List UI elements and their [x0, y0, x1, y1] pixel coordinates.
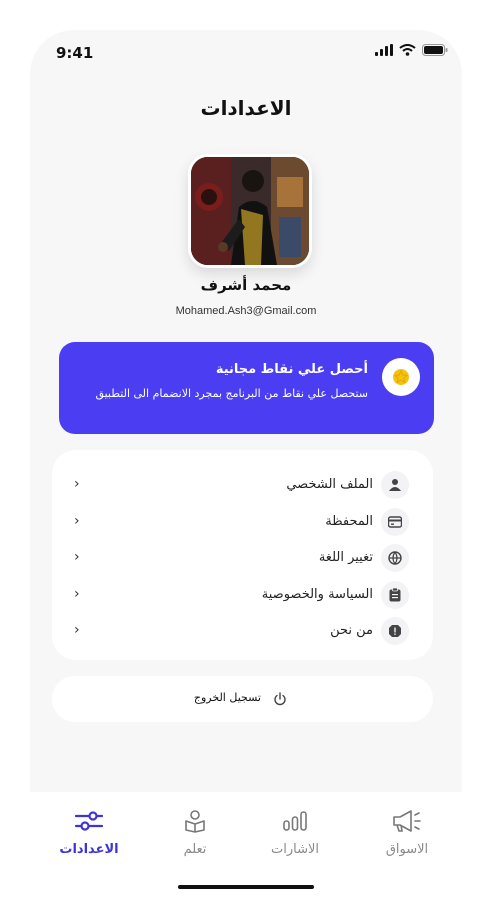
- info-shield-icon: [381, 617, 409, 645]
- avatar[interactable]: [188, 154, 312, 268]
- tab-learn[interactable]: تعلم: [150, 806, 240, 857]
- promo-title: أحصل علي نقاط مجانية: [215, 362, 368, 377]
- menu-item-label: المحفظة: [325, 514, 373, 529]
- menu-item-label: السياسة والخصوصية: [261, 587, 373, 602]
- chevron-left-icon: ‹: [74, 476, 80, 492]
- tab-markets[interactable]: الاسواق: [362, 806, 452, 857]
- menu-item-label: من نحن: [330, 623, 373, 638]
- tab-label: الاعدادات: [59, 842, 119, 857]
- status-time: 9:41: [56, 44, 94, 62]
- tab-label: تعلم: [183, 842, 207, 857]
- profile-email: Mohamed.Ash3@Gmail.com: [175, 305, 317, 317]
- clipboard-icon: [381, 581, 409, 609]
- learn-reader-icon: [150, 806, 240, 836]
- menu-item-label: تغيير اللغة: [318, 550, 373, 565]
- globe-icon: [381, 544, 409, 572]
- promo-text: ستحصل علي نقاط من البرنامج بمجرد الانضما…: [95, 387, 368, 400]
- bottom-tab-bar: الاعدادات تعلم الاشارات الاسواق: [30, 792, 462, 892]
- battery-icon: [422, 44, 448, 56]
- chevron-left-icon: ‹: [74, 549, 80, 565]
- phone-screen: 9:41 الاعدادات محمد أشرف Mohamed.Ash3@Gm…: [30, 30, 462, 892]
- signals-bars-icon: [250, 806, 340, 836]
- menu-item-language[interactable]: تغيير اللغة ‹: [52, 541, 433, 577]
- tab-label: الاسواق: [385, 842, 429, 857]
- page-title: الاعدادات: [200, 96, 292, 120]
- sliders-icon: [44, 806, 134, 836]
- home-indicator: [178, 885, 314, 889]
- menu-item-about[interactable]: من نحن ‹: [52, 614, 433, 650]
- menu-item-label: الملف الشخصي: [286, 477, 373, 492]
- tab-signals[interactable]: الاشارات: [250, 806, 340, 857]
- avatar-photo: [191, 157, 309, 265]
- logout-button[interactable]: تسجيل الخروج: [52, 676, 433, 722]
- chevron-left-icon: ‹: [74, 513, 80, 529]
- chevron-left-icon: ‹: [74, 586, 80, 602]
- menu-item-profile[interactable]: الملف الشخصي ‹: [52, 468, 433, 504]
- star-badge-icon: [382, 358, 420, 396]
- user-icon: [381, 471, 409, 499]
- chevron-left-icon: ‹: [74, 622, 80, 638]
- wifi-icon: [399, 44, 416, 56]
- status-bar: 9:41: [30, 30, 462, 76]
- megaphone-icon: [362, 806, 452, 836]
- tab-label: الاشارات: [270, 842, 319, 857]
- profile-name: محمد أشرف: [200, 276, 292, 294]
- menu-item-wallet[interactable]: المحفظة ‹: [52, 505, 433, 541]
- wallet-card-icon: [381, 508, 409, 536]
- free-points-banner[interactable]: أحصل علي نقاط مجانية ستحصل علي نقاط من ا…: [59, 342, 434, 434]
- menu-item-privacy[interactable]: السياسة والخصوصية ‹: [52, 578, 433, 614]
- settings-menu: الملف الشخصي ‹ المحفظة ‹ تغيير اللغة ‹ ا…: [52, 450, 433, 660]
- cellular-signal-icon: [375, 44, 393, 56]
- status-icons: [375, 44, 448, 56]
- logout-label: تسجيل الخروج: [193, 691, 261, 704]
- power-icon: [269, 688, 291, 710]
- tab-settings[interactable]: الاعدادات: [44, 806, 134, 857]
